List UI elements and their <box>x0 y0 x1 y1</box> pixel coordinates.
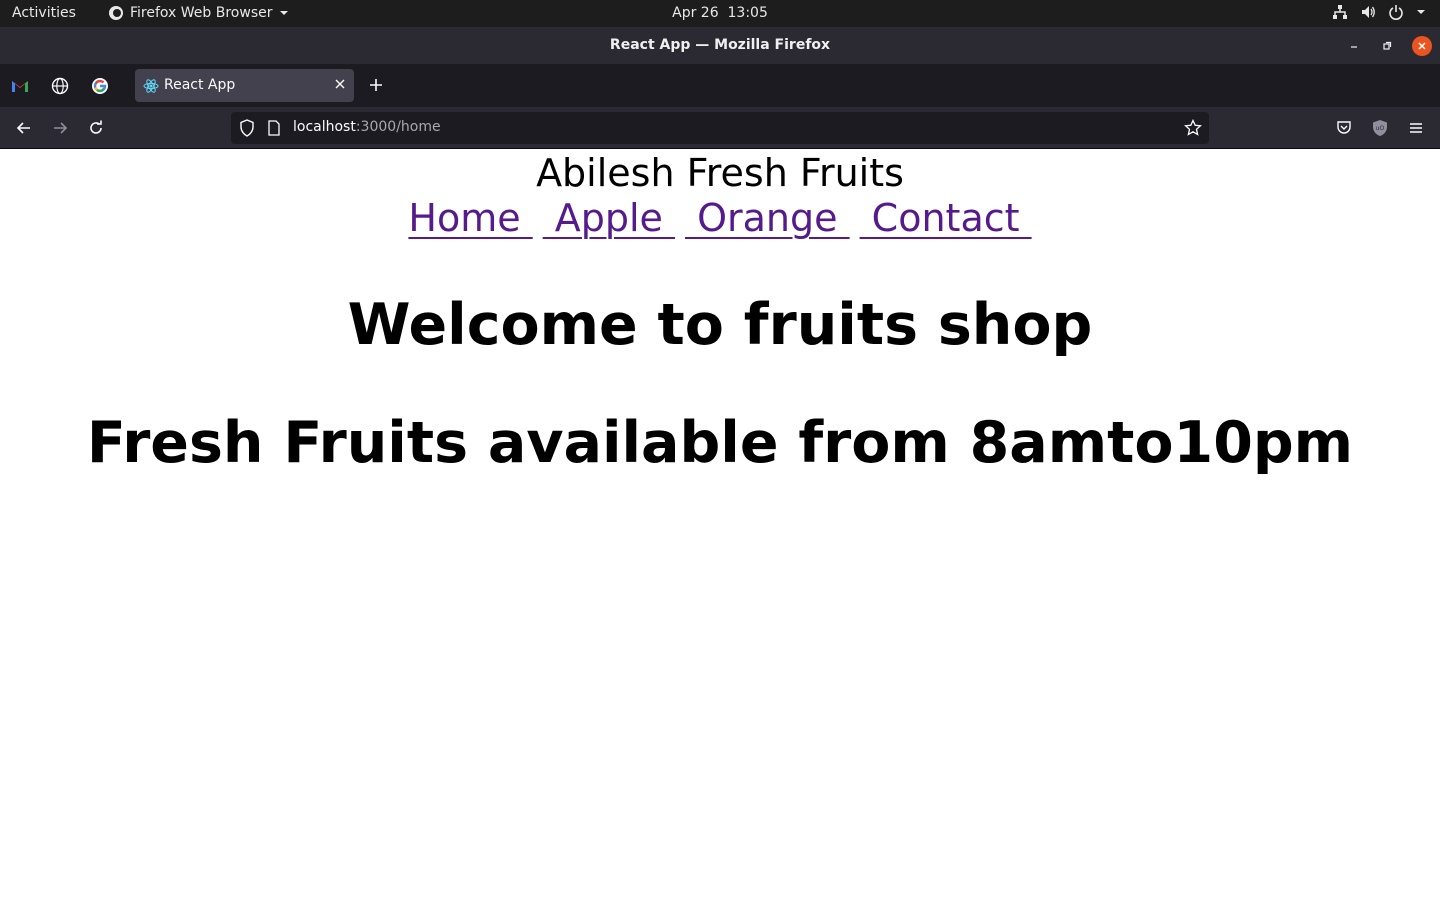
ublock-origin-button[interactable]: uO <box>1371 119 1389 137</box>
forward-arrow-icon <box>54 122 68 134</box>
forward-button[interactable] <box>51 119 69 137</box>
nav-link-orange[interactable]: Orange <box>685 196 850 240</box>
site-navigation: Home Apple Orange Contact <box>0 196 1440 240</box>
pocket-button[interactable] <box>1335 119 1353 137</box>
navigation-toolbar: localhost:3000/home uO <box>0 107 1440 149</box>
page-content: Abilesh Fresh Fruits Home Apple Orange C… <box>0 149 1440 900</box>
url-path: :3000/home <box>355 119 441 135</box>
welcome-heading: Welcome to fruits shop <box>347 292 1093 358</box>
app-menu-label: Firefox Web Browser <box>130 5 273 21</box>
minimize-icon <box>1351 46 1357 48</box>
clock[interactable]: Apr 26 13:05 <box>672 5 768 21</box>
ublock-origin-icon: uO <box>1373 120 1387 136</box>
close-tab-icon[interactable] <box>334 78 346 94</box>
system-tray[interactable] <box>1332 4 1426 20</box>
activities-button[interactable]: Activities <box>12 5 76 21</box>
restore-icon <box>1383 41 1392 50</box>
gmail-icon <box>12 81 28 92</box>
nav-link-contact[interactable]: Contact <box>860 196 1032 240</box>
address-bar[interactable]: localhost:3000/home <box>231 112 1209 144</box>
tab-strip: React App <box>0 64 1440 107</box>
clock-time: 13:05 <box>727 5 768 21</box>
chevron-down-icon <box>1416 7 1426 17</box>
system-top-bar: Activities Firefox Web Browser Apr 26 13… <box>0 0 1440 27</box>
maximize-button[interactable] <box>1377 36 1397 56</box>
reload-button[interactable] <box>87 119 105 137</box>
url-host: localhost <box>293 119 356 135</box>
new-tab-button[interactable] <box>368 77 384 97</box>
bookmark-star-icon[interactable] <box>1184 118 1202 141</box>
svg-text:uO: uO <box>1376 125 1385 132</box>
window-title: React App — Mozilla Firefox <box>609 37 831 53</box>
app-menu-button[interactable] <box>1407 119 1425 137</box>
tab-react-app[interactable]: React App <box>135 69 354 102</box>
nav-link-apple[interactable]: Apple <box>543 196 675 240</box>
react-icon <box>143 78 159 98</box>
hours-heading: Fresh Fruits available from 8amto10pm <box>86 410 1354 476</box>
back-arrow-icon <box>16 122 30 134</box>
pinned-tab-gmail[interactable] <box>11 77 29 95</box>
close-window-button[interactable] <box>1412 36 1432 56</box>
nav-link-home[interactable]: Home <box>408 196 532 240</box>
google-icon <box>92 78 108 94</box>
pinned-tab-globe[interactable] <box>51 77 69 95</box>
minimize-button[interactable] <box>1344 36 1364 56</box>
back-button[interactable] <box>15 119 33 137</box>
pocket-icon <box>1337 121 1351 134</box>
close-icon <box>1418 42 1426 50</box>
network-icon <box>1332 4 1348 20</box>
globe-icon <box>51 77 69 95</box>
reload-icon <box>90 120 102 134</box>
tab-label: React App <box>164 77 236 93</box>
pinned-tab-google[interactable] <box>91 77 109 95</box>
volume-icon <box>1360 4 1376 20</box>
page-info-icon[interactable] <box>268 120 280 140</box>
window-titlebar[interactable]: React App — Mozilla Firefox <box>0 27 1440 64</box>
site-title: Abilesh Fresh Fruits <box>536 151 904 195</box>
hamburger-menu-icon <box>1410 123 1422 133</box>
chevron-down-icon <box>279 8 289 18</box>
plus-icon <box>370 79 382 91</box>
firefox-icon <box>108 5 124 21</box>
app-menu[interactable]: Firefox Web Browser <box>108 5 289 21</box>
clock-date: Apr 26 <box>672 5 719 21</box>
power-icon <box>1388 4 1404 20</box>
tracking-protection-shield-icon[interactable] <box>239 119 255 141</box>
url-text: localhost:3000/home <box>293 119 441 135</box>
